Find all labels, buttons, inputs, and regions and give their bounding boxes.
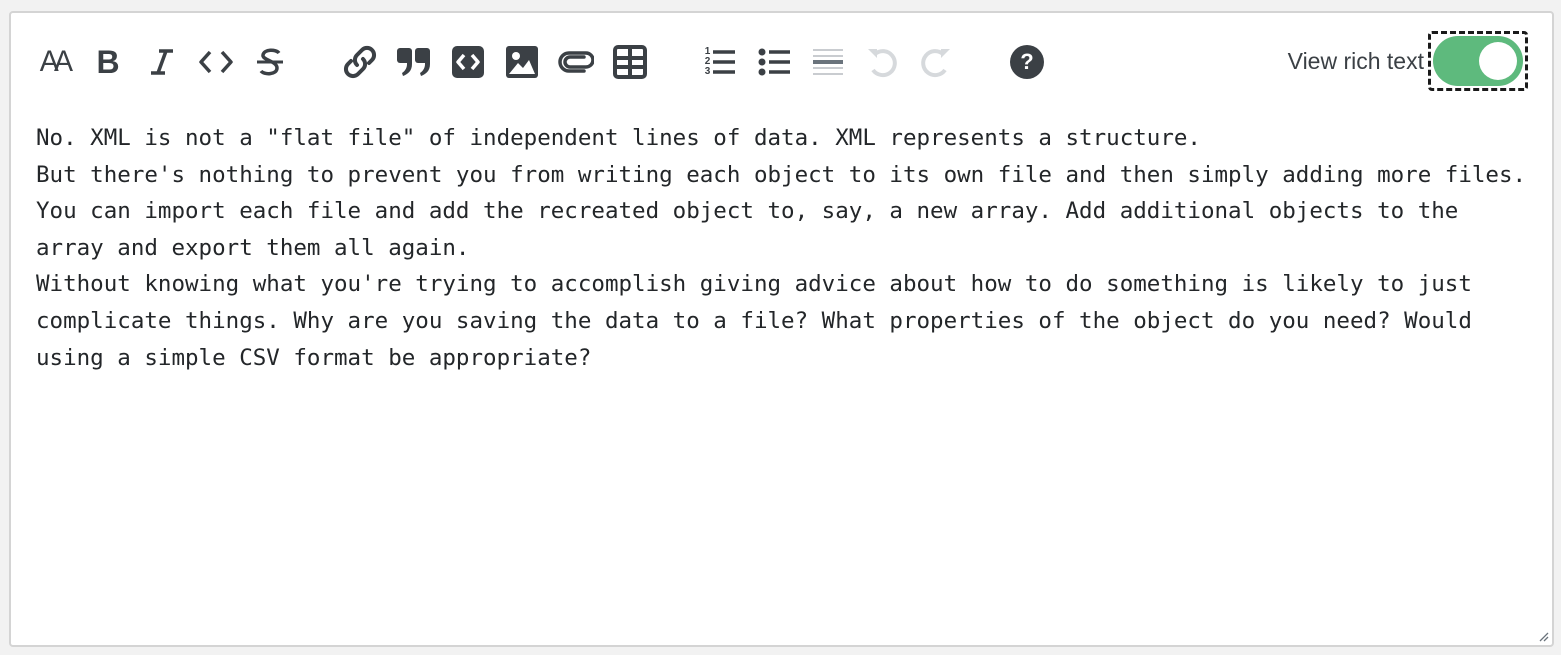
attachment-button[interactable] [555,43,597,81]
help-icon: ? [1010,45,1044,79]
image-icon [505,45,539,79]
table-button[interactable] [609,43,651,81]
table-icon [613,45,647,79]
ordered-list-button[interactable]: 1 2 3 [699,43,741,81]
bullet-list-button[interactable] [753,43,795,81]
italic-icon [147,47,177,77]
code-button[interactable] [195,43,237,81]
rich-text-toggle-label: View rich text [1287,47,1424,74]
strikethrough-button[interactable] [249,43,291,81]
text-size-icon: AA [39,45,73,78]
editor-text-area[interactable]: No. XML is not a "flat file" of independ… [36,120,1531,376]
code-block-icon [451,45,485,79]
markdown-editor: AA B 1 2 3 ? View rich text No. XML is n… [9,11,1554,647]
text-size-button[interactable]: AA [33,43,75,81]
code-icon [198,47,234,77]
horizontal-rule-icon [812,47,844,77]
italic-button[interactable] [141,43,183,81]
toggle-knob [1479,42,1517,80]
blockquote-button[interactable] [393,43,435,81]
link-button[interactable] [339,43,381,81]
bullet-list-icon [758,47,790,77]
strikethrough-icon [255,46,285,78]
ordered-list-icon: 1 2 3 [705,47,736,77]
horizontal-rule-button[interactable] [807,43,849,81]
redo-button[interactable] [915,43,957,81]
image-button[interactable] [501,43,543,81]
link-icon [342,44,378,80]
bold-button[interactable]: B [87,43,129,81]
paperclip-icon [558,47,594,77]
quote-icon [396,46,432,78]
help-button[interactable]: ? [1006,43,1048,81]
rich-text-toggle[interactable] [1433,36,1523,86]
rich-text-toggle-focus-ring [1428,31,1528,91]
undo-button[interactable] [861,43,903,81]
resize-handle[interactable] [1537,630,1549,642]
rich-text-toggle-group: View rich text [1288,31,1528,91]
redo-icon [919,45,953,79]
editor-toolbar: AA B 1 2 3 ? View rich text [11,13,1552,109]
bold-icon: B [96,44,120,80]
code-block-button[interactable] [447,43,489,81]
undo-icon [865,45,899,79]
